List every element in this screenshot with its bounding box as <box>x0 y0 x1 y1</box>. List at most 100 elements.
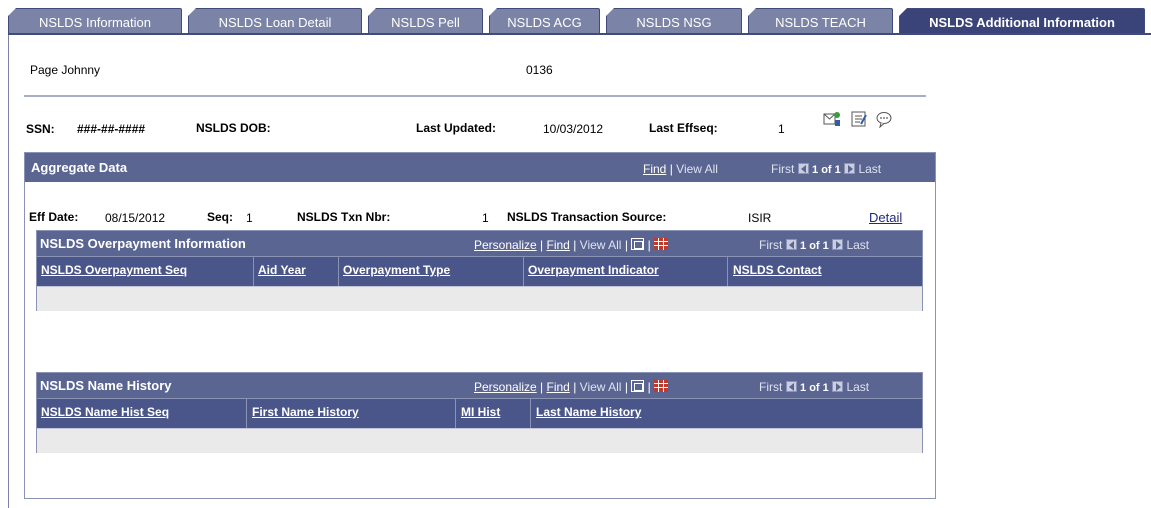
next-arrow-icon[interactable] <box>832 239 844 250</box>
overpayment-counter: 1 of 1 <box>800 240 829 252</box>
student-id: 0136 <box>526 63 553 77</box>
eff-date-value: 08/15/2012 <box>105 211 166 225</box>
tab-nslds-nsg[interactable]: NSLDS NSG <box>606 8 742 35</box>
nav-separator: | <box>540 238 544 252</box>
column-divider <box>727 257 728 287</box>
col-name-hist-seq[interactable]: NSLDS Name Hist Seq <box>41 405 169 419</box>
tab-nslds-pell[interactable]: NSLDS Pell <box>368 8 483 35</box>
tab-nslds-additional-information[interactable]: NSLDS Additional Information <box>899 8 1145 35</box>
column-divider <box>253 257 254 287</box>
col-overpayment-type[interactable]: Overpayment Type <box>343 263 450 277</box>
column-divider <box>246 399 247 429</box>
name-history-pager: First 1 of 1 Last <box>759 380 869 394</box>
overpayment-grid-title: NSLDS Overpayment Information <box>40 236 246 251</box>
table-row <box>37 428 922 453</box>
overpayment-column-headers: NSLDS Overpayment Seq Aid Year Overpayme… <box>37 256 922 287</box>
aggregate-find-link[interactable]: Find <box>643 162 666 176</box>
nav-separator: | <box>573 380 577 394</box>
header-divider <box>24 95 926 97</box>
aggregate-counter: 1 of 1 <box>812 164 841 176</box>
previous-arrow-icon[interactable] <box>785 381 797 392</box>
col-first-name-history[interactable]: First Name History <box>252 405 359 419</box>
next-arrow-icon[interactable] <box>832 381 844 392</box>
aggregate-first[interactable]: First <box>771 162 794 176</box>
download-grid-icon[interactable] <box>654 238 669 250</box>
aggregate-data-header: Aggregate Data Find | View All First 1 o… <box>25 153 935 182</box>
name-history-last[interactable]: Last <box>846 380 869 394</box>
zoom-grid-icon[interactable] <box>631 238 645 250</box>
name-history-grid: NSLDS Name History Personalize | Find | … <box>36 372 923 453</box>
download-grid-icon[interactable] <box>654 380 669 392</box>
seq-value: 1 <box>246 211 253 225</box>
column-divider <box>338 257 339 287</box>
txn-nbr-value: 1 <box>482 211 489 225</box>
last-effseq-value: 1 <box>778 122 785 136</box>
col-nslds-contact[interactable]: NSLDS Contact <box>733 263 822 277</box>
overpayment-grid-header: NSLDS Overpayment Information Personaliz… <box>37 231 922 256</box>
overpayment-last[interactable]: Last <box>846 238 869 252</box>
transaction-source-label: NSLDS Transaction Source: <box>507 210 667 224</box>
name-history-find-link[interactable]: Find <box>547 380 570 394</box>
tab-nslds-information[interactable]: NSLDS Information <box>8 8 182 35</box>
notepad-icon[interactable] <box>850 110 868 128</box>
tab-nslds-acg[interactable]: NSLDS ACG <box>489 8 600 35</box>
column-divider <box>530 399 531 429</box>
student-name: Page Johnny <box>30 63 101 77</box>
column-divider <box>523 257 524 287</box>
page-frame-border <box>8 35 9 508</box>
last-updated-value: 10/03/2012 <box>543 122 604 136</box>
col-mi-hist[interactable]: MI Hist <box>461 405 500 419</box>
table-row <box>37 286 922 311</box>
tab-nslds-teach[interactable]: NSLDS TEACH <box>748 8 893 35</box>
overpayment-pager: First 1 of 1 Last <box>759 238 869 252</box>
overpayment-personalize-link[interactable]: Personalize <box>474 238 537 252</box>
comment-icon[interactable] <box>875 110 893 128</box>
nav-separator: | <box>624 238 628 252</box>
name-history-grid-tools: Personalize | Find | View All | | <box>474 380 669 394</box>
previous-arrow-icon[interactable] <box>797 163 809 174</box>
dob-label: NSLDS DOB: <box>196 121 271 135</box>
tab-nslds-loan-detail[interactable]: NSLDS Loan Detail <box>188 8 362 35</box>
transaction-source-value: ISIR <box>748 211 772 225</box>
nav-separator: | <box>647 238 651 252</box>
seq-label: Seq: <box>207 210 234 224</box>
txn-nbr-label: NSLDS Txn Nbr: <box>297 210 391 224</box>
overpayment-find-link[interactable]: Find <box>547 238 570 252</box>
name-history-grid-header: NSLDS Name History Personalize | Find | … <box>37 373 922 398</box>
tab-bar: NSLDS Information NSLDS Loan Detail NSLD… <box>0 8 1151 35</box>
ssn-label: SSN: <box>26 122 55 136</box>
nav-separator: | <box>669 162 673 176</box>
aggregate-nav: Find | View All <box>643 162 718 176</box>
name-history-first[interactable]: First <box>759 380 782 394</box>
zoom-grid-icon[interactable] <box>631 380 645 392</box>
notify-icon[interactable] <box>823 110 841 128</box>
overpayment-grid-tools: Personalize | Find | View All | | <box>474 238 669 252</box>
col-overpayment-seq[interactable]: NSLDS Overpayment Seq <box>41 263 187 277</box>
aggregate-data-panel: Aggregate Data Find | View All First 1 o… <box>24 152 936 499</box>
aggregate-pager: First 1 of 1 Last <box>771 162 881 176</box>
column-divider <box>455 399 456 429</box>
nav-separator: | <box>624 380 628 394</box>
overpayment-first[interactable]: First <box>759 238 782 252</box>
name-history-counter: 1 of 1 <box>800 382 829 394</box>
aggregate-view-all[interactable]: View All <box>676 162 718 176</box>
name-history-column-headers: NSLDS Name Hist Seq First Name History M… <box>37 398 922 429</box>
nav-separator: | <box>540 380 544 394</box>
nav-separator: | <box>573 238 577 252</box>
aggregate-last[interactable]: Last <box>858 162 881 176</box>
overpayment-grid: NSLDS Overpayment Information Personaliz… <box>36 230 923 311</box>
next-arrow-icon[interactable] <box>844 163 856 174</box>
col-last-name-history[interactable]: Last Name History <box>536 405 641 419</box>
last-updated-label: Last Updated: <box>416 121 497 135</box>
name-history-view-all[interactable]: View All <box>580 380 622 394</box>
overpayment-view-all[interactable]: View All <box>580 238 622 252</box>
name-history-grid-title: NSLDS Name History <box>40 378 172 393</box>
name-history-personalize-link[interactable]: Personalize <box>474 380 537 394</box>
col-aid-year[interactable]: Aid Year <box>258 263 306 277</box>
previous-arrow-icon[interactable] <box>785 239 797 250</box>
last-effseq-label: Last Effseq: <box>649 121 718 135</box>
col-overpayment-indicator[interactable]: Overpayment Indicator <box>528 263 659 277</box>
aggregate-data-title: Aggregate Data <box>31 160 128 175</box>
detail-link[interactable]: Detail <box>869 210 902 225</box>
ssn-value: ###-##-#### <box>77 122 146 136</box>
